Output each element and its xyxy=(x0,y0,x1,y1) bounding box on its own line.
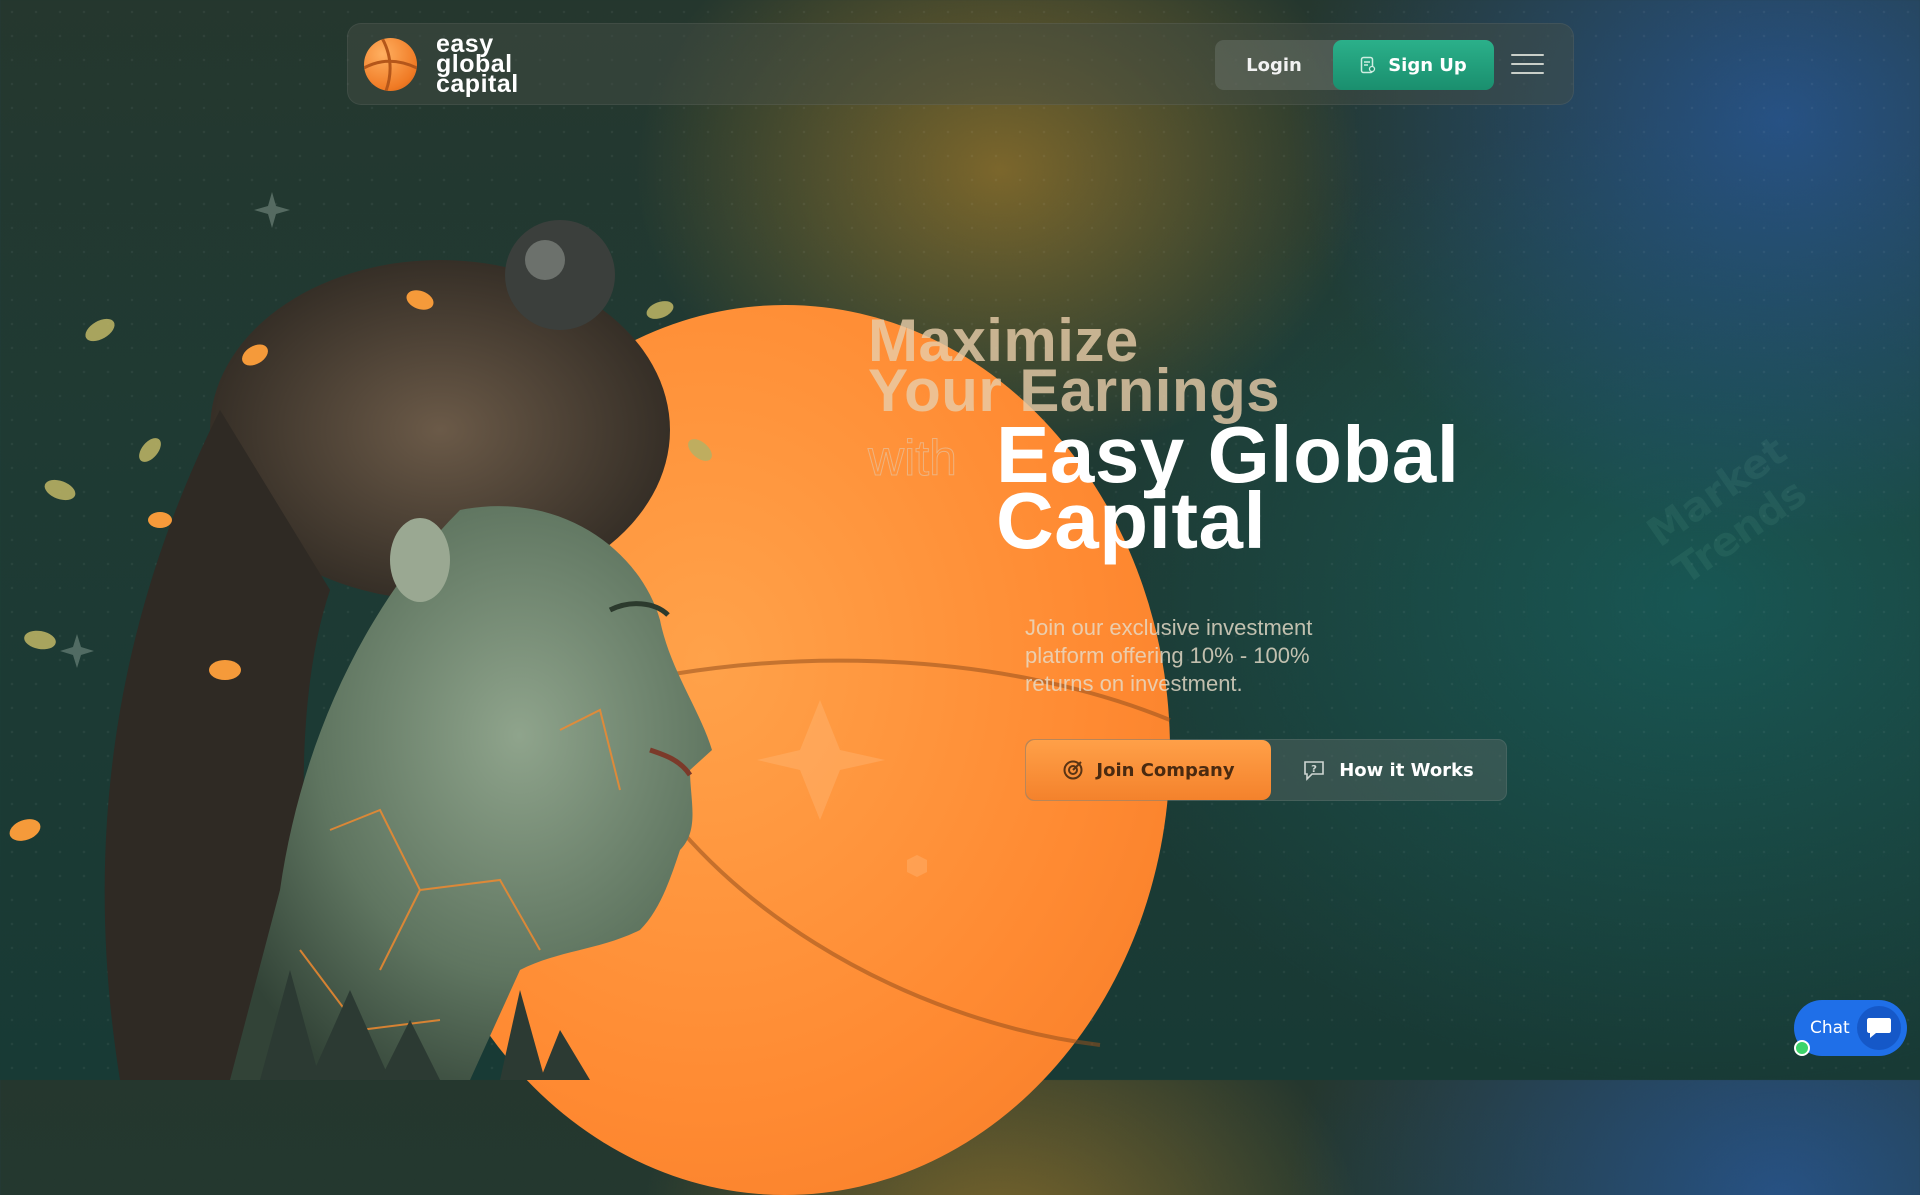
how-it-works-button[interactable]: ? How it Works xyxy=(1271,740,1506,800)
hero-subtitle: Join our exclusive investment platform o… xyxy=(1025,615,1313,696)
hero-headline: Maximize Your Earnings with Easy Global … xyxy=(868,311,1459,561)
chat-label: Chat xyxy=(1810,1018,1850,1038)
headline-line-2: Your Earnings xyxy=(868,357,1281,424)
help-chat-icon: ? xyxy=(1304,761,1325,781)
target-icon xyxy=(1063,760,1083,780)
hero-cyborg-portrait xyxy=(9,220,712,1080)
orange-ball-icon[interactable] xyxy=(364,38,417,91)
hamburger-menu-icon[interactable] xyxy=(1511,52,1544,76)
login-button[interactable]: Login xyxy=(1215,40,1333,90)
join-company-label: Join Company xyxy=(1096,759,1235,781)
chat-widget-button[interactable]: Chat xyxy=(1794,1000,1907,1056)
hero-cta-group: Join Company ? How it Works xyxy=(1025,739,1507,801)
headline-with-outline: with xyxy=(868,430,958,487)
top-navbar: easy global capital Login Sign Up xyxy=(347,23,1574,105)
headline-brand: Easy Global Capital xyxy=(996,415,1459,561)
online-status-dot xyxy=(1794,1040,1810,1056)
document-user-icon xyxy=(1360,56,1376,74)
logo-wordmark[interactable]: easy global capital xyxy=(436,32,519,98)
logo-line: capital xyxy=(436,70,519,98)
sign-up-label: Sign Up xyxy=(1388,54,1467,76)
how-it-works-label: How it Works xyxy=(1339,759,1474,781)
sign-up-button[interactable]: Sign Up xyxy=(1333,40,1494,90)
svg-text:?: ? xyxy=(1311,764,1317,775)
chat-bubble-icon xyxy=(1857,1006,1901,1050)
login-label: Login xyxy=(1246,54,1302,76)
auth-button-group: Login Sign Up xyxy=(1215,40,1494,90)
join-company-button[interactable]: Join Company xyxy=(1026,740,1271,800)
